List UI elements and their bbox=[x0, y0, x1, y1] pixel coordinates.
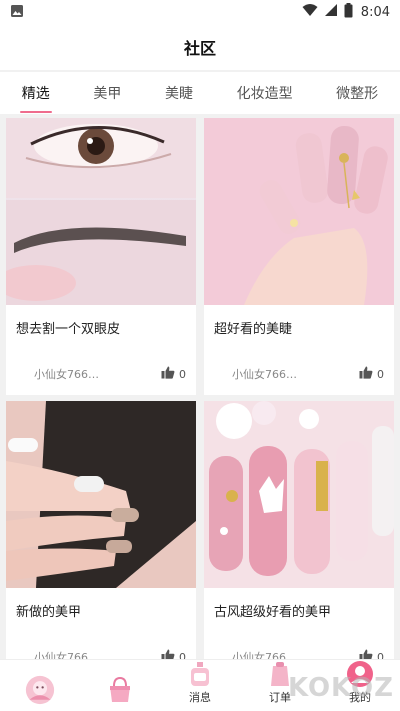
author-name: 小仙女766… bbox=[34, 368, 99, 381]
signal-icon bbox=[324, 3, 338, 21]
like-count: 0 bbox=[377, 367, 384, 381]
thumbs-up-icon bbox=[161, 366, 175, 382]
post-meta: 小仙女766… 0 bbox=[16, 366, 186, 382]
author-name: 小仙女766… bbox=[232, 368, 297, 381]
bag-icon bbox=[105, 675, 135, 705]
nav-shop[interactable] bbox=[88, 675, 152, 705]
tab-makeup[interactable]: 化妆造型 bbox=[231, 79, 299, 107]
nav-home[interactable] bbox=[8, 675, 72, 705]
post-meta: 小仙女766… 0 bbox=[214, 366, 384, 382]
avatar-icon bbox=[25, 675, 55, 705]
post-caption: 新做的美甲 bbox=[16, 605, 82, 620]
like-button[interactable]: 0 bbox=[161, 366, 186, 382]
title-bar: 社区 bbox=[0, 24, 400, 70]
like-count: 0 bbox=[179, 367, 186, 381]
watermark-logo: KOKOZ bbox=[287, 673, 394, 703]
post-card[interactable]: 想去割一个双眼皮 小仙女766… 0 bbox=[6, 118, 196, 395]
post-card[interactable]: 古风超级好看的美甲 小仙女766… 0 bbox=[204, 401, 394, 678]
post-image-nail-art bbox=[204, 401, 394, 588]
post-card[interactable]: 新做的美甲 小仙女766… 0 bbox=[6, 401, 196, 678]
tab-featured[interactable]: 精选 bbox=[16, 79, 56, 113]
status-bar: 8:04 bbox=[0, 0, 400, 24]
tab-lashes[interactable]: 美睫 bbox=[159, 79, 199, 107]
thumbs-up-icon bbox=[359, 366, 373, 382]
post-grid: 想去割一个双眼皮 小仙女766… 0 超好看的美睫 小仙女766… 0 新做的美… bbox=[6, 118, 394, 678]
post-caption: 古风超级好看的美甲 bbox=[214, 605, 332, 620]
tab-cosmetic-surgery[interactable]: 微整形 bbox=[330, 79, 384, 107]
nav-messages[interactable]: 消息 bbox=[168, 659, 232, 705]
image-icon bbox=[10, 3, 24, 22]
tab-nails[interactable]: 美甲 bbox=[87, 79, 127, 107]
page-title: 社区 bbox=[183, 39, 216, 58]
post-image-nails bbox=[204, 118, 394, 305]
clock: 8:04 bbox=[360, 4, 390, 20]
like-button[interactable]: 0 bbox=[359, 366, 384, 382]
post-card[interactable]: 超好看的美睫 小仙女766… 0 bbox=[204, 118, 394, 395]
nav-messages-label: 消息 bbox=[189, 691, 211, 704]
perfume-icon bbox=[185, 659, 215, 689]
battery-icon bbox=[344, 2, 353, 22]
category-tabs: 精选 美甲 美睫 化妆造型 微整形 bbox=[0, 72, 400, 114]
wifi-icon bbox=[302, 3, 318, 21]
post-image-eye bbox=[6, 118, 196, 305]
post-caption: 超好看的美睫 bbox=[214, 322, 293, 337]
post-image-nails-phone bbox=[6, 401, 196, 588]
post-caption: 想去割一个双眼皮 bbox=[16, 322, 121, 337]
